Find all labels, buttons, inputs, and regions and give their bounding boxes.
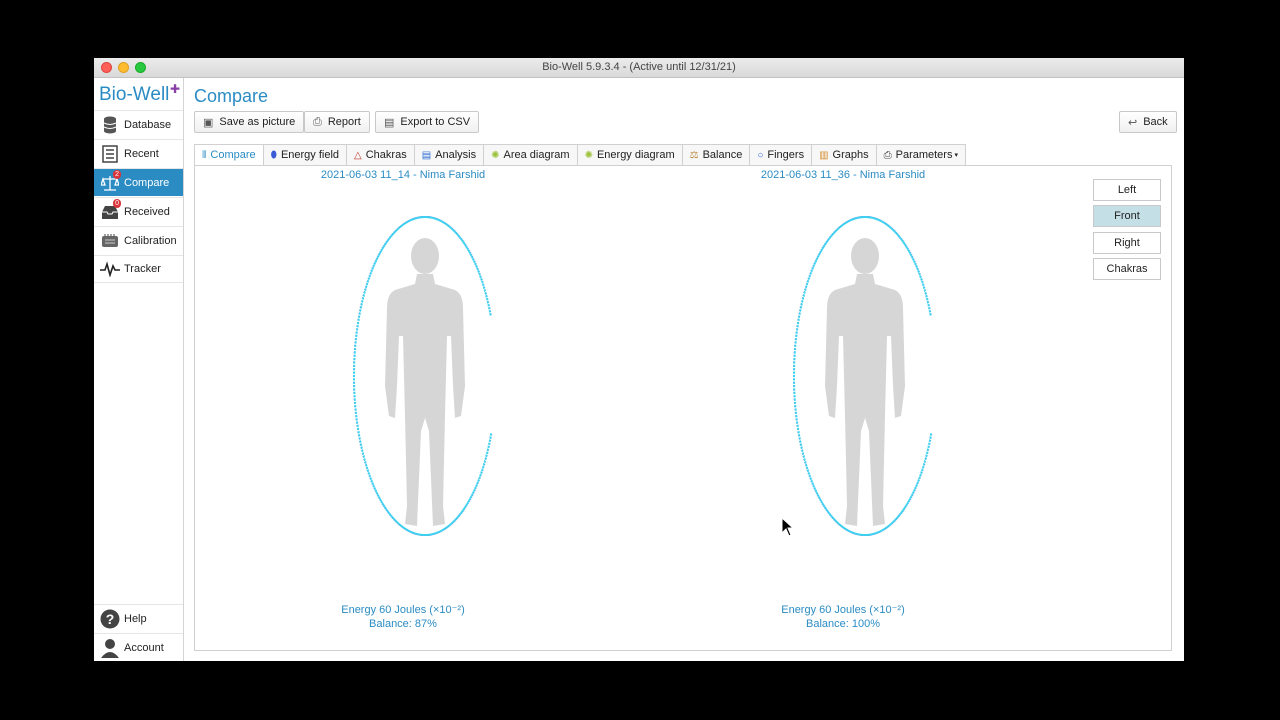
panel-1-energy: Energy 60 Joules (×10⁻²)	[341, 604, 465, 616]
sidebar-item-recent[interactable]: Recent	[94, 139, 183, 167]
sidebar-item-label: Tracker	[124, 263, 161, 275]
sidebar-item-label: Calibration	[124, 234, 177, 247]
panel-2-caption: 2021-06-03 11_36 - Nima Farshid	[760, 169, 926, 181]
minimize-window-button[interactable]	[118, 62, 129, 73]
scales-icon: 2	[100, 169, 121, 193]
aura-icon: ⬮	[270, 149, 277, 161]
sidebar-item-tracker[interactable]: Tracker	[94, 255, 183, 283]
tab-energy-field[interactable]: ⬮ Energy field	[263, 144, 348, 166]
sidebar-item-account[interactable]: Account	[94, 633, 183, 661]
graph-icon: ▥	[819, 149, 829, 161]
page-title: Compare	[194, 86, 269, 106]
export-csv-button[interactable]: ▤ Export to CSV	[375, 111, 480, 133]
view-left-button[interactable]: Left	[1093, 179, 1161, 201]
tab-area-diagram[interactable]: ✺ Area diagram	[484, 144, 578, 166]
inbox-icon: 0	[100, 198, 121, 222]
app-logo: Bio-Well	[99, 84, 170, 105]
tab-fingers[interactable]: ○ Fingers	[750, 144, 813, 166]
window-title: Bio-Well 5.9.3.4 - (Active until 12/31/2…	[542, 61, 736, 73]
sidebar-item-help[interactable]: ? Help	[94, 604, 183, 632]
mouse-cursor-icon	[781, 517, 795, 537]
panel-1-caption: 2021-06-03 11_14 - Nima Farshid	[320, 169, 486, 181]
sidebar-item-label: Received	[124, 205, 170, 218]
close-window-button[interactable]	[101, 62, 112, 73]
aura-image-1	[352, 215, 495, 537]
sidebar-item-compare[interactable]: 2 Compare	[94, 168, 183, 196]
tab-chakras[interactable]: △ Chakras	[347, 144, 415, 166]
balance-icon: ⚖	[689, 149, 699, 161]
list-icon	[100, 144, 120, 164]
view-front-button[interactable]: Front	[1093, 205, 1161, 227]
main-area: Compare ▣ Save as picture ⎙ Report ▤ Exp…	[184, 78, 1184, 661]
zoom-window-button[interactable]	[135, 62, 146, 73]
calibration-icon	[100, 231, 120, 251]
user-icon	[100, 638, 120, 658]
back-button[interactable]: ↩ Back	[1119, 111, 1177, 133]
area-diagram-icon: ✺	[491, 149, 500, 161]
sidebar-item-label: Account	[124, 641, 164, 654]
app-window: Bio-Well 5.9.3.4 - (Active until 12/31/2…	[94, 58, 1184, 661]
logo-star-icon: ✚	[170, 82, 181, 96]
sidebar-item-label: Database	[124, 118, 172, 131]
view-chakras-button[interactable]: Chakras	[1093, 258, 1161, 280]
compare-content: 2021-06-03 11_14 - Nima Farshid Energy 6…	[194, 165, 1172, 651]
figure-icon: ⦀	[202, 149, 207, 161]
bar-chart-icon: ▤	[421, 149, 432, 161]
panel-2-balance: Balance: 100%	[806, 618, 880, 630]
tab-parameters[interactable]: ⎙ Parameters ▾	[876, 144, 966, 166]
sidebar-item-label: Recent	[124, 147, 159, 160]
sidebar-item-label: Help	[124, 612, 147, 625]
received-badge: 0	[113, 198, 121, 208]
document-icon: ▤	[384, 116, 395, 129]
tab-compare[interactable]: ⦀ Compare	[194, 144, 264, 166]
view-right-button[interactable]: Right	[1093, 232, 1161, 254]
sidebar-item-database[interactable]: Database	[94, 110, 183, 138]
tab-energy-diagram[interactable]: ✺ Energy diagram	[577, 144, 683, 166]
tab-bar: ⦀ Compare ⬮ Energy field △ Chakras ▤ Analysi…	[194, 144, 966, 166]
tab-graphs[interactable]: ▥ Graphs	[812, 144, 877, 166]
triangle-icon: △	[354, 149, 362, 161]
help-icon: ?	[100, 609, 120, 629]
title-bar[interactable]: Bio-Well 5.9.3.4 - (Active until 12/31/2…	[94, 58, 1184, 78]
picture-icon: ▣	[203, 116, 214, 129]
database-icon	[100, 115, 120, 135]
tab-analysis[interactable]: ▤ Analysis	[414, 144, 485, 166]
printer-icon: ⎙	[313, 115, 322, 128]
sidebar-item-label: Compare	[124, 176, 170, 189]
save-as-picture-button[interactable]: ▣ Save as picture	[194, 111, 305, 133]
compare-badge: 2	[113, 169, 121, 179]
panel-2-energy: Energy 60 Joules (×10⁻²)	[781, 604, 905, 616]
back-arrow-icon: ↩	[1128, 116, 1138, 129]
svg-text:?: ?	[106, 611, 115, 627]
sidebar: Bio-Well ✚ Database Recent 2 Compare 0 R…	[94, 78, 184, 661]
panel-1-balance: Balance: 87%	[369, 618, 437, 630]
sidebar-item-received[interactable]: 0 Received	[94, 197, 183, 225]
sidebar-item-calibration[interactable]: Calibration	[94, 226, 183, 254]
report-button[interactable]: ⎙ Report	[304, 111, 370, 133]
circle-icon: ○	[757, 149, 764, 161]
dropdown-arrow-icon: ▾	[954, 152, 958, 159]
tab-balance[interactable]: ⚖ Balance	[682, 144, 751, 166]
printer-icon: ⎙	[883, 149, 892, 161]
pulse-icon	[100, 259, 120, 279]
energy-diagram-icon: ✺	[584, 149, 593, 161]
